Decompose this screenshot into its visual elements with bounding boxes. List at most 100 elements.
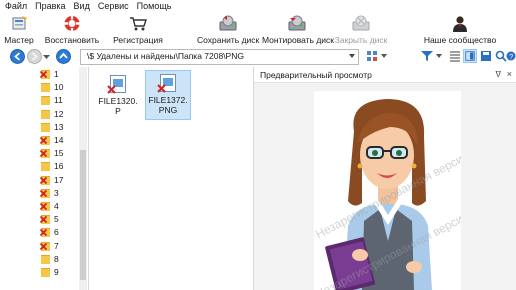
file-item-selected[interactable]: FILE1372.PNG <box>145 70 191 120</box>
menu-service[interactable]: Сервис <box>93 0 132 13</box>
deleted-mark-icon <box>40 71 47 78</box>
tree-item-label: 17 <box>54 174 64 185</box>
toolbar: Мастер Восстановить Регистрация Сохранит… <box>0 13 516 46</box>
menu-help[interactable]: Помощь <box>132 0 175 13</box>
community-label: Наше сообщество <box>423 35 497 45</box>
deleted-mark-icon <box>157 84 166 93</box>
preview-title: Предварительный просмотр <box>260 70 372 80</box>
tree-item-label: 15 <box>54 148 64 159</box>
history-dropdown-icon[interactable] <box>43 53 50 60</box>
menu-file[interactable]: Файл <box>0 0 30 13</box>
menu-view[interactable]: Вид <box>69 0 93 13</box>
preview-pane-icon[interactable] <box>463 49 477 63</box>
tree-item[interactable]: 12 <box>0 108 80 121</box>
tree-item[interactable]: 11 <box>0 94 80 107</box>
tree-item-label: 16 <box>54 161 64 172</box>
tree-item[interactable]: 14 <box>0 134 80 147</box>
tree-item[interactable]: 15 <box>0 147 80 160</box>
file-item[interactable]: FILE1320.P <box>96 72 140 120</box>
wizard-label: Мастер <box>4 35 34 45</box>
tree-item[interactable]: 9 <box>0 266 80 279</box>
forward-button[interactable] <box>27 49 42 64</box>
close-disk-label: Закрыть диск <box>334 35 388 45</box>
tree-scrollbar[interactable] <box>79 67 87 290</box>
deleted-mark-icon <box>40 137 47 144</box>
tree-item[interactable]: 13 <box>0 121 80 134</box>
help-icon[interactable]: ? <box>506 49 516 63</box>
lifebuoy-icon <box>64 16 80 32</box>
tree-item-label: 12 <box>54 108 64 119</box>
tree-item-label: 11 <box>54 95 63 106</box>
cart-icon <box>130 17 147 31</box>
menu-edit[interactable]: Правка <box>30 0 68 13</box>
deleted-mark-icon <box>40 216 47 224</box>
tree-item[interactable]: 8 <box>0 253 80 266</box>
tree-item[interactable]: 7 <box>0 240 80 253</box>
deleted-mark-icon <box>40 189 47 197</box>
wizard-button[interactable]: Мастер <box>0 13 38 46</box>
tree-item[interactable]: 17 <box>0 174 80 187</box>
tree-item-label: 13 <box>54 121 64 132</box>
mount-disk-label: Монтировать диск <box>262 35 335 45</box>
close-icon[interactable]: × <box>507 69 512 79</box>
mount-disk-icon <box>288 15 306 31</box>
preview-image: Незарегистрированная версия Незарегистри… <box>314 91 461 290</box>
tree-item[interactable]: 1 <box>0 68 80 81</box>
tree-item[interactable]: 6 <box>0 226 80 239</box>
tree-item-label: 1 <box>54 69 59 79</box>
address-dropdown-icon[interactable] <box>349 54 355 58</box>
back-button[interactable] <box>10 49 25 64</box>
save-icon[interactable] <box>479 49 493 63</box>
deleted-mark-icon <box>40 242 47 250</box>
tree-item[interactable]: 5 <box>0 213 80 226</box>
save-disk-label: Сохранить диск <box>197 35 260 45</box>
tree-item-label: 3 <box>54 187 59 198</box>
restore-label: Восстановить <box>44 35 100 45</box>
view-mode-icon[interactable] <box>365 49 379 63</box>
file-name: FILE1320.P <box>98 96 138 116</box>
folder-icon <box>41 109 50 119</box>
cartoon-woman-image: Незарегистрированная версия Незарегистри… <box>314 99 461 290</box>
community-button[interactable]: Наше сообщество <box>420 13 500 46</box>
deleted-mark-icon <box>40 229 47 237</box>
mount-disk-button[interactable]: Монтировать диск <box>262 13 335 46</box>
folder-icon <box>41 96 50 106</box>
address-bar[interactable]: \$ Удалены и найдены\Папка 7208\PNG <box>80 49 359 65</box>
register-button[interactable]: Регистрация <box>110 13 166 46</box>
tree-item-label: 6 <box>54 227 59 238</box>
folder-icon <box>41 162 50 172</box>
pin-icon[interactable]: ᐁ <box>496 70 501 79</box>
file-list: FILE1320.P FILE1372.PNG <box>89 67 340 290</box>
deleted-mark-icon <box>40 150 47 158</box>
tree-item-label: 14 <box>54 135 64 145</box>
preview-header: Предварительный просмотр ᐁ × <box>254 67 516 83</box>
tree-item-label: 4 <box>54 201 59 211</box>
menu-bar: Файл Правка Вид Сервис Помощь <box>0 0 516 13</box>
folder-icon <box>41 122 50 132</box>
save-disk-button[interactable]: Сохранить диск <box>197 13 259 46</box>
tree-item-label: 8 <box>54 253 59 264</box>
folder-tree: 1 10 11 12 13 14 15 16 17 3 4 5 6 7 8 9 <box>0 67 89 290</box>
restore-button[interactable]: Восстановить <box>42 13 102 46</box>
address-row: \$ Удалены и найдены\Папка 7208\PNG ? <box>0 46 516 67</box>
tree-item-label: 10 <box>54 82 64 93</box>
tree-item[interactable]: 4 <box>0 200 80 213</box>
tree-item[interactable]: 10 <box>0 81 80 94</box>
filter-icon[interactable] <box>420 49 434 63</box>
close-disk-button[interactable]: Закрыть диск <box>333 13 389 46</box>
view-mode-dropdown-icon[interactable] <box>381 54 387 59</box>
folder-icon <box>41 254 50 264</box>
close-disk-icon <box>352 15 370 31</box>
address-path: \$ Удалены и найдены\Папка 7208\PNG <box>87 51 244 61</box>
tree-item-label: 9 <box>54 267 59 277</box>
list-view-icon[interactable] <box>448 49 462 63</box>
folder-icon <box>41 83 50 93</box>
tree-scrollbar-thumb[interactable] <box>80 150 86 280</box>
up-button[interactable] <box>56 49 71 64</box>
community-icon <box>453 16 467 32</box>
wizard-icon <box>12 16 27 30</box>
tree-item[interactable]: 16 <box>0 160 80 173</box>
tree-item[interactable]: 3 <box>0 187 80 200</box>
deleted-mark-icon <box>107 85 116 94</box>
filter-dropdown-icon[interactable] <box>436 54 442 59</box>
